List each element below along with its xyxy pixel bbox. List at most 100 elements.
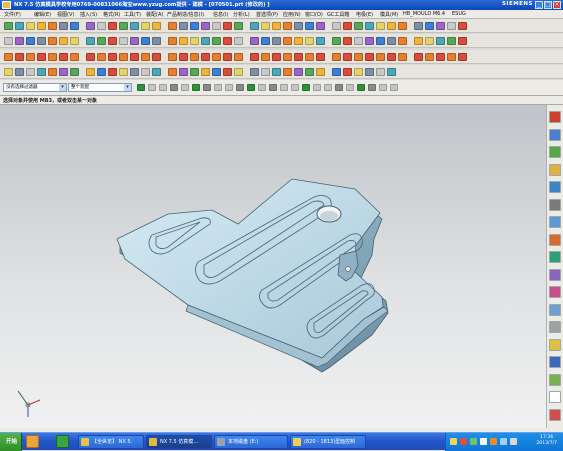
snap-point-icon[interactable]	[225, 84, 233, 91]
toolbar-tool-icon[interactable]	[70, 37, 79, 45]
tray-icon[interactable]	[460, 438, 467, 445]
toolbar-tool-icon[interactable]	[97, 37, 106, 45]
toolbar-tool-icon[interactable]	[15, 68, 24, 76]
toolbar-tool-icon[interactable]	[223, 68, 232, 76]
resource-tab-icon[interactable]	[549, 128, 561, 141]
menu-electrode[interactable]: 电极(E)	[356, 11, 373, 18]
toolbar-tool-icon[interactable]	[234, 37, 243, 45]
toolbar-tool-icon[interactable]	[201, 22, 210, 30]
toolbar-tool-icon[interactable]	[141, 68, 150, 76]
toolbar-tool-icon[interactable]	[59, 68, 68, 76]
toolbar-tool-icon[interactable]	[376, 37, 385, 45]
menu-insert[interactable]: 插入(S)	[80, 11, 97, 18]
toolbar-tool-icon[interactable]	[119, 53, 128, 61]
resource-tab-icon[interactable]	[549, 338, 561, 351]
toolbar-tool-icon[interactable]	[294, 22, 303, 30]
toolbar-tool-icon[interactable]	[425, 22, 434, 30]
toolbar-tool-icon[interactable]	[108, 68, 117, 76]
toolbar-tool-icon[interactable]	[343, 53, 352, 61]
resource-tab-icon[interactable]	[549, 373, 561, 386]
toolbar-tool-icon[interactable]	[234, 68, 243, 76]
menu-preferences[interactable]: 首选项(P)	[256, 11, 278, 18]
toolbar-tool-icon[interactable]	[201, 53, 210, 61]
toolbar-tool-icon[interactable]	[152, 68, 161, 76]
toolbar-tool-icon[interactable]	[458, 37, 467, 45]
toolbar-tool-icon[interactable]	[294, 53, 303, 61]
toolbar-tool-icon[interactable]	[354, 37, 363, 45]
toolbar-tool-icon[interactable]	[212, 68, 221, 76]
toolbar-tool-icon[interactable]	[387, 68, 396, 76]
toolbar-tool-icon[interactable]	[365, 37, 374, 45]
toolbar-tool-icon[interactable]	[261, 37, 270, 45]
toolbar-tool-icon[interactable]	[190, 53, 199, 61]
toolbar-tool-icon[interactable]	[179, 37, 188, 45]
toolbar-tool-icon[interactable]	[212, 22, 221, 30]
menu-tools[interactable]: 工具(T)	[124, 11, 141, 18]
resource-tab-icon[interactable]	[549, 163, 561, 176]
toolbar-tool-icon[interactable]	[234, 22, 243, 30]
toolbar-tool-icon[interactable]	[283, 68, 292, 76]
toolbar-tool-icon[interactable]	[37, 68, 46, 76]
toolbar-tool-icon[interactable]	[152, 53, 161, 61]
snap-point-icon[interactable]	[258, 84, 266, 91]
toolbar-tool-icon[interactable]	[332, 37, 341, 45]
toolbar-tool-icon[interactable]	[436, 37, 445, 45]
toolbar-tool-icon[interactable]	[414, 37, 423, 45]
toolbar-tool-icon[interactable]	[119, 68, 128, 76]
toolbar-tool-icon[interactable]	[436, 53, 445, 61]
toolbar-tool-icon[interactable]	[425, 53, 434, 61]
resource-tab-icon[interactable]	[549, 251, 561, 263]
toolbar-tool-icon[interactable]	[447, 37, 456, 45]
snap-point-icon[interactable]	[379, 84, 387, 91]
toolbar-tool-icon[interactable]	[305, 68, 314, 76]
toolbar-tool-icon[interactable]	[130, 22, 139, 30]
toolbar-tool-icon[interactable]	[305, 22, 314, 30]
snap-point-icon[interactable]	[357, 84, 365, 91]
snap-point-icon[interactable]	[159, 84, 167, 91]
toolbar-tool-icon[interactable]	[305, 37, 314, 45]
toolbar-tool-icon[interactable]	[141, 37, 150, 45]
toolbar-tool-icon[interactable]	[458, 22, 467, 30]
resource-tab-icon[interactable]	[549, 111, 561, 123]
toolbar-tool-icon[interactable]	[283, 22, 292, 30]
graphics-window[interactable]	[0, 105, 546, 428]
toolbar-tool-icon[interactable]	[223, 37, 232, 45]
toolbar-tool-icon[interactable]	[398, 37, 407, 45]
snap-point-icon[interactable]	[170, 84, 178, 91]
toolbar-tool-icon[interactable]	[48, 53, 57, 61]
toolbar-tool-icon[interactable]	[15, 53, 24, 61]
resource-tab-icon[interactable]	[549, 303, 561, 316]
toolbar-tool-icon[interactable]	[458, 53, 467, 61]
toolbar-tool-icon[interactable]	[179, 22, 188, 30]
toolbar-tool-icon[interactable]	[152, 22, 161, 30]
toolbar-tool-icon[interactable]	[387, 53, 396, 61]
snap-point-icon[interactable]	[324, 84, 332, 91]
tray-icon[interactable]	[490, 438, 497, 445]
toolbar-tool-icon[interactable]	[190, 68, 199, 76]
toolbar-tool-icon[interactable]	[97, 68, 106, 76]
toolbar-tool-icon[interactable]	[130, 37, 139, 45]
toolbar-tool-icon[interactable]	[15, 37, 24, 45]
quick-launch-icon[interactable]	[26, 435, 39, 448]
toolbar-tool-icon[interactable]	[26, 68, 35, 76]
selection-scope-select[interactable]: 整个装配 ▾	[68, 83, 132, 92]
toolbar-tool-icon[interactable]	[4, 22, 13, 30]
toolbar-tool-icon[interactable]	[354, 53, 363, 61]
snap-point-icon[interactable]	[335, 84, 343, 91]
clock[interactable]: 17:36 2013/7/7	[536, 435, 557, 447]
tray-icon[interactable]	[500, 438, 507, 445]
toolbar-tool-icon[interactable]	[48, 68, 57, 76]
snap-point-icon[interactable]	[214, 84, 222, 91]
toolbar-tool-icon[interactable]	[70, 53, 79, 61]
toolbar-tool-icon[interactable]	[97, 22, 106, 30]
maximize-button[interactable]: □	[544, 1, 552, 9]
menu-assemblies[interactable]: 装配(A)	[146, 11, 163, 18]
toolbar-tool-icon[interactable]	[141, 22, 150, 30]
menu-analysis[interactable]: 分析(L)	[233, 11, 250, 18]
snap-point-icon[interactable]	[346, 84, 354, 91]
toolbar-tool-icon[interactable]	[332, 68, 341, 76]
menu-pmi[interactable]: 产品制造/信息(I)	[167, 11, 204, 18]
toolbar-tool-icon[interactable]	[316, 37, 325, 45]
toolbar-tool-icon[interactable]	[343, 22, 352, 30]
tray-icon[interactable]	[470, 438, 477, 445]
